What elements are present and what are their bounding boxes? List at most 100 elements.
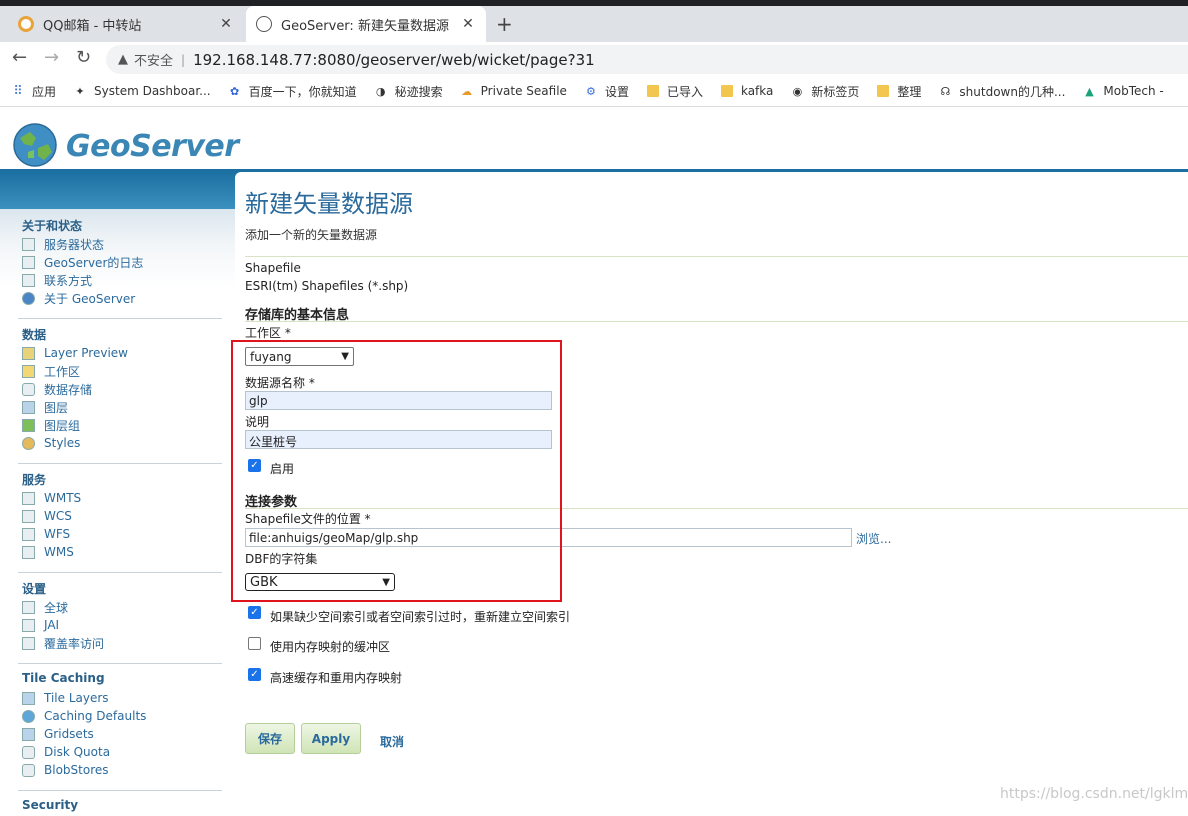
tab-title: GeoServer: 新建矢量数据源: [281, 18, 449, 34]
globe-icon: ◉: [792, 84, 803, 98]
sidebar-item-label: 关于 GeoServer: [44, 291, 136, 306]
sidebar-item-server-status[interactable]: 服务器状态: [22, 235, 222, 253]
sidebar-item-label: Caching Defaults: [44, 709, 147, 723]
sidebar-item-layer-groups[interactable]: 图层组: [22, 416, 222, 434]
layer-group-icon: [22, 418, 35, 432]
sidebar-section-title: 服务: [22, 473, 47, 487]
sidebar-item-jai[interactable]: JAI: [22, 616, 222, 634]
folder-icon: [720, 84, 734, 98]
rebuild-index-checkbox[interactable]: ✓: [248, 606, 261, 619]
seafile-icon: ☁: [461, 84, 473, 98]
sidebar-item-about[interactable]: 关于 GeoServer: [22, 289, 222, 307]
sidebar-item-label: WCS: [44, 509, 72, 523]
sidebar-section-data: 数据 Layer Preview 工作区 数据存储 图层 图层组 Styles: [22, 326, 222, 452]
security-label[interactable]: 不安全: [134, 50, 173, 69]
settings-icon: [22, 600, 35, 614]
sidebar-item-wmts[interactable]: WMTS: [22, 489, 222, 507]
datastore-icon: [22, 382, 35, 396]
bookmark-system-dashboard[interactable]: ✦ System Dashboar...: [73, 84, 210, 98]
sidebar-item-label: Layer Preview: [44, 346, 128, 360]
settings-icon: [22, 636, 35, 650]
layer-icon: [22, 400, 35, 414]
sidebar-item-wfs[interactable]: WFS: [22, 525, 222, 543]
sidebar-divider: [18, 663, 222, 664]
sidebar-item-global[interactable]: 全球: [22, 598, 222, 616]
sidebar-item-disk-quota[interactable]: Disk Quota: [22, 743, 222, 761]
warning-icon[interactable]: ▲: [118, 52, 128, 67]
tile-grid-icon: [22, 691, 35, 705]
tab-title: QQ邮箱 - 中转站: [43, 18, 142, 34]
bookmark-newtab[interactable]: ◉ 新标签页: [790, 83, 860, 100]
divider: [245, 321, 1188, 322]
new-tab-icon[interactable]: +: [496, 12, 513, 36]
divider: [245, 256, 1188, 257]
tab-close-icon[interactable]: ✕: [218, 16, 234, 32]
bookmark-apps[interactable]: ⠿ 应用: [11, 83, 56, 100]
sidebar-item-layers[interactable]: 图层: [22, 398, 222, 416]
sidebar-section-tile-caching: Tile Caching Tile Layers Caching Default…: [22, 671, 222, 779]
back-icon[interactable]: ←: [12, 47, 27, 68]
workspace-label: 工作区 *: [245, 326, 291, 340]
save-button[interactable]: 保存: [245, 723, 295, 754]
sidebar-section-title: 数据: [22, 328, 47, 342]
sidebar-item-label: GeoServer的日志: [44, 255, 144, 270]
sidebar-item-tile-layers[interactable]: Tile Layers: [22, 689, 222, 707]
layer-preview-icon: [22, 346, 35, 360]
bookmark-organize[interactable]: 整理: [876, 83, 921, 100]
style-palette-icon: [22, 436, 35, 450]
memory-mapped-checkbox[interactable]: [248, 637, 261, 650]
bookmark-miji[interactable]: ◑ 秘迹搜索: [374, 83, 443, 100]
sidebar-item-label: WFS: [44, 527, 71, 541]
disk-icon: [22, 745, 35, 759]
url-text[interactable]: 192.168.148.77:8080/geoserver/web/wicket…: [193, 51, 595, 69]
sidebar-item-wms[interactable]: WMS: [22, 543, 222, 561]
contact-card-icon: [22, 273, 35, 287]
bookmark-imported[interactable]: 已导入: [646, 83, 703, 100]
apply-button[interactable]: Apply: [301, 723, 361, 754]
bookmark-mobtech[interactable]: ▲ MobTech -: [1082, 84, 1164, 98]
server-status-icon: [22, 237, 35, 251]
geoserver-header: GeoServer: [0, 107, 1188, 169]
bookmark-kafka[interactable]: kafka: [720, 84, 773, 98]
sidebar-section-settings: 设置 全球 JAI 覆盖率访问: [22, 580, 222, 652]
highlight-annotation-box: [231, 340, 562, 602]
system-icon: ✦: [75, 84, 85, 98]
bookmark-seafile[interactable]: ☁ Private Seafile: [460, 84, 567, 98]
geoserver-logo-text[interactable]: GeoServer: [66, 129, 239, 164]
omnibox[interactable]: ▲ 不安全 | 192.168.148.77:8080/geoserver/we…: [106, 45, 1188, 74]
bookmark-settings[interactable]: ⚙ 设置: [584, 83, 629, 100]
apps-grid-icon: ⠿: [13, 83, 23, 99]
bookmark-label: 应用: [32, 84, 57, 99]
sidebar-section-title: 关于和状态: [22, 219, 83, 233]
mijisearch-icon: ◑: [375, 84, 386, 98]
sidebar-item-gridsets[interactable]: Gridsets: [22, 725, 222, 743]
shutdown-icon: ☊: [940, 84, 951, 98]
tab-geoserver[interactable]: GeoServer: 新建矢量数据源 ✕: [246, 6, 486, 42]
page-description: 添加一个新的矢量数据源: [245, 228, 378, 242]
tab-qq-mail[interactable]: QQ邮箱 - 中转站 ✕: [8, 6, 244, 42]
sidebar-item-coverage-access[interactable]: 覆盖率访问: [22, 634, 222, 652]
sidebar-item-stores[interactable]: 数据存储: [22, 380, 222, 398]
bookmark-label: 整理: [897, 84, 922, 99]
sidebar-item-wcs[interactable]: WCS: [22, 507, 222, 525]
sidebar-item-blobstores[interactable]: BlobStores: [22, 761, 222, 779]
bookmark-baidu[interactable]: ✿ 百度一下，你就知道: [228, 83, 357, 100]
bookmark-label: 新标签页: [811, 84, 860, 99]
cache-memory-maps-checkbox[interactable]: ✓: [248, 668, 261, 681]
forward-icon[interactable]: →: [44, 47, 59, 68]
sidebar-item-workspaces[interactable]: 工作区: [22, 362, 222, 380]
tab-close-icon[interactable]: ✕: [460, 16, 476, 32]
browse-link[interactable]: 浏览...: [856, 530, 891, 547]
sidebar-item-logs[interactable]: GeoServer的日志: [22, 253, 222, 271]
sidebar-item-contact[interactable]: 联系方式: [22, 271, 222, 289]
service-icon: [22, 545, 35, 559]
sidebar-item-styles[interactable]: Styles: [22, 434, 222, 452]
sidebar-item-label: 覆盖率访问: [44, 636, 105, 651]
sidebar-item-caching-defaults[interactable]: Caching Defaults: [22, 707, 222, 725]
bookmark-shutdown[interactable]: ☊ shutdown的几种...: [938, 83, 1066, 100]
reload-icon[interactable]: ↻: [76, 47, 91, 68]
sidebar-item-label: Gridsets: [44, 727, 94, 741]
sidebar-divider: [18, 572, 222, 573]
cancel-link[interactable]: 取消: [380, 733, 404, 750]
sidebar-item-layer-preview[interactable]: Layer Preview: [22, 344, 222, 362]
